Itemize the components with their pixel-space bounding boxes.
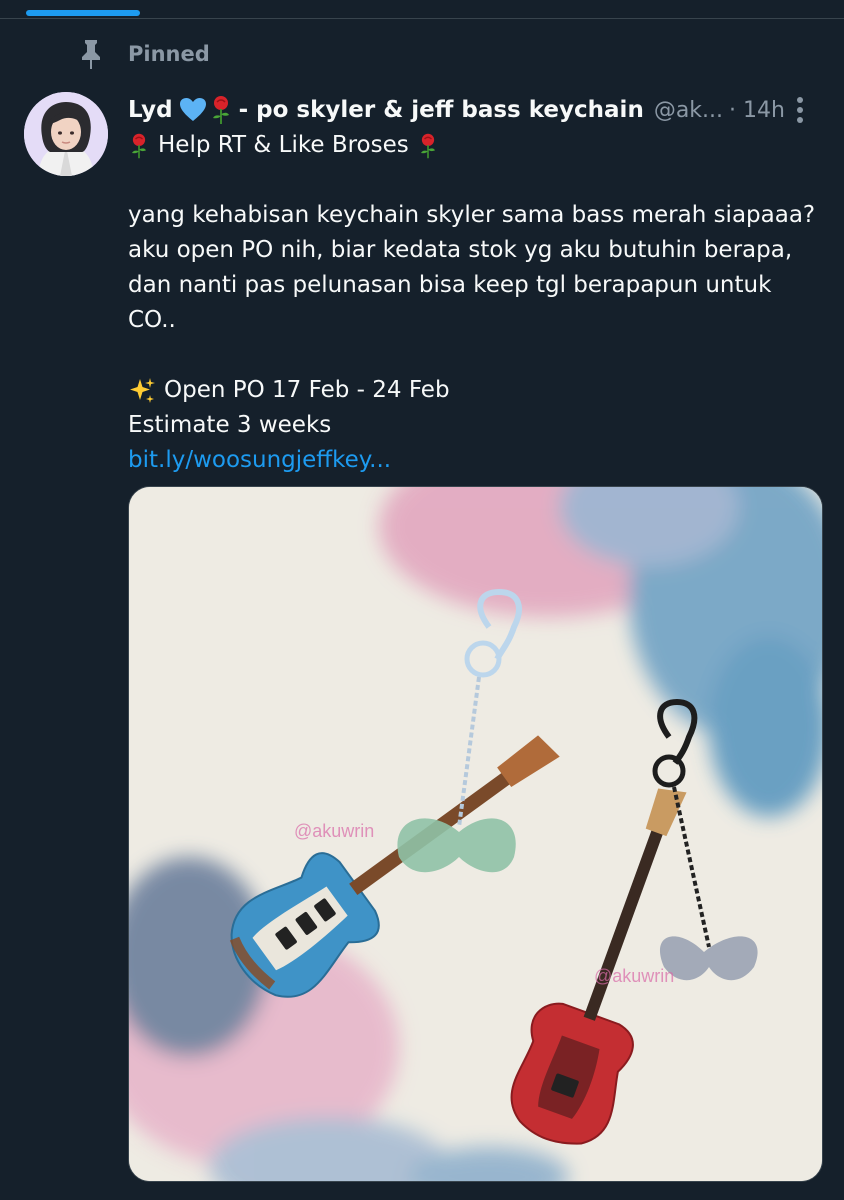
watermark-text: @akuwrin	[594, 966, 674, 986]
rose-icon	[132, 133, 146, 158]
watermark-text: @akuwrin	[294, 821, 374, 841]
display-name-suffix[interactable]: - po skyler & jeff bass keychain	[239, 97, 644, 123]
tweet-estimate: Estimate 3 weeks	[128, 412, 332, 438]
tweet-header: Lyd - po skyler & jeff bass keychain @ak…	[128, 92, 820, 128]
rose-icon	[212, 96, 229, 124]
tweet-para-line: yang kehabisan keychain skyler sama bass…	[128, 202, 816, 228]
top-divider	[0, 18, 844, 19]
tweet-link[interactable]: bit.ly/woosungjeffkey...	[128, 447, 391, 473]
tweet-open-po-line: Open PO 17 Feb - 24 Feb	[128, 373, 818, 408]
author-handle[interactable]: @ak...	[654, 98, 723, 123]
open-po-text: Open PO 17 Feb - 24 Feb	[164, 377, 450, 403]
more-options-icon[interactable]	[792, 94, 808, 126]
tweet-time[interactable]: · 14h	[729, 98, 785, 123]
pinned-label: Pinned	[128, 42, 210, 66]
blue-heart-icon	[179, 98, 206, 121]
tweet-body: Help RT & Like Broses yang kehabisan key…	[128, 128, 818, 478]
tweet-para-line: aku open PO nih, biar kedata stok yg aku…	[128, 237, 793, 263]
tweet-line-help: Help RT & Like Broses	[128, 128, 818, 163]
pin-icon	[82, 40, 100, 69]
rose-icon	[420, 133, 435, 158]
tab-indicator	[26, 10, 140, 16]
keychain-photo[interactable]: @akuwrin @akuwrin	[128, 486, 823, 1182]
avatar[interactable]	[24, 92, 108, 176]
tweet-para-line: dan nanti pas pelunasan bisa keep tgl be…	[128, 272, 772, 298]
pinned-row: Pinned	[78, 38, 210, 70]
display-name[interactable]: Lyd	[128, 97, 173, 123]
sparkles-icon	[130, 377, 155, 403]
tweet-para-line: CO..	[128, 307, 176, 333]
tweet-help-text: Help RT & Like Broses	[158, 132, 409, 158]
